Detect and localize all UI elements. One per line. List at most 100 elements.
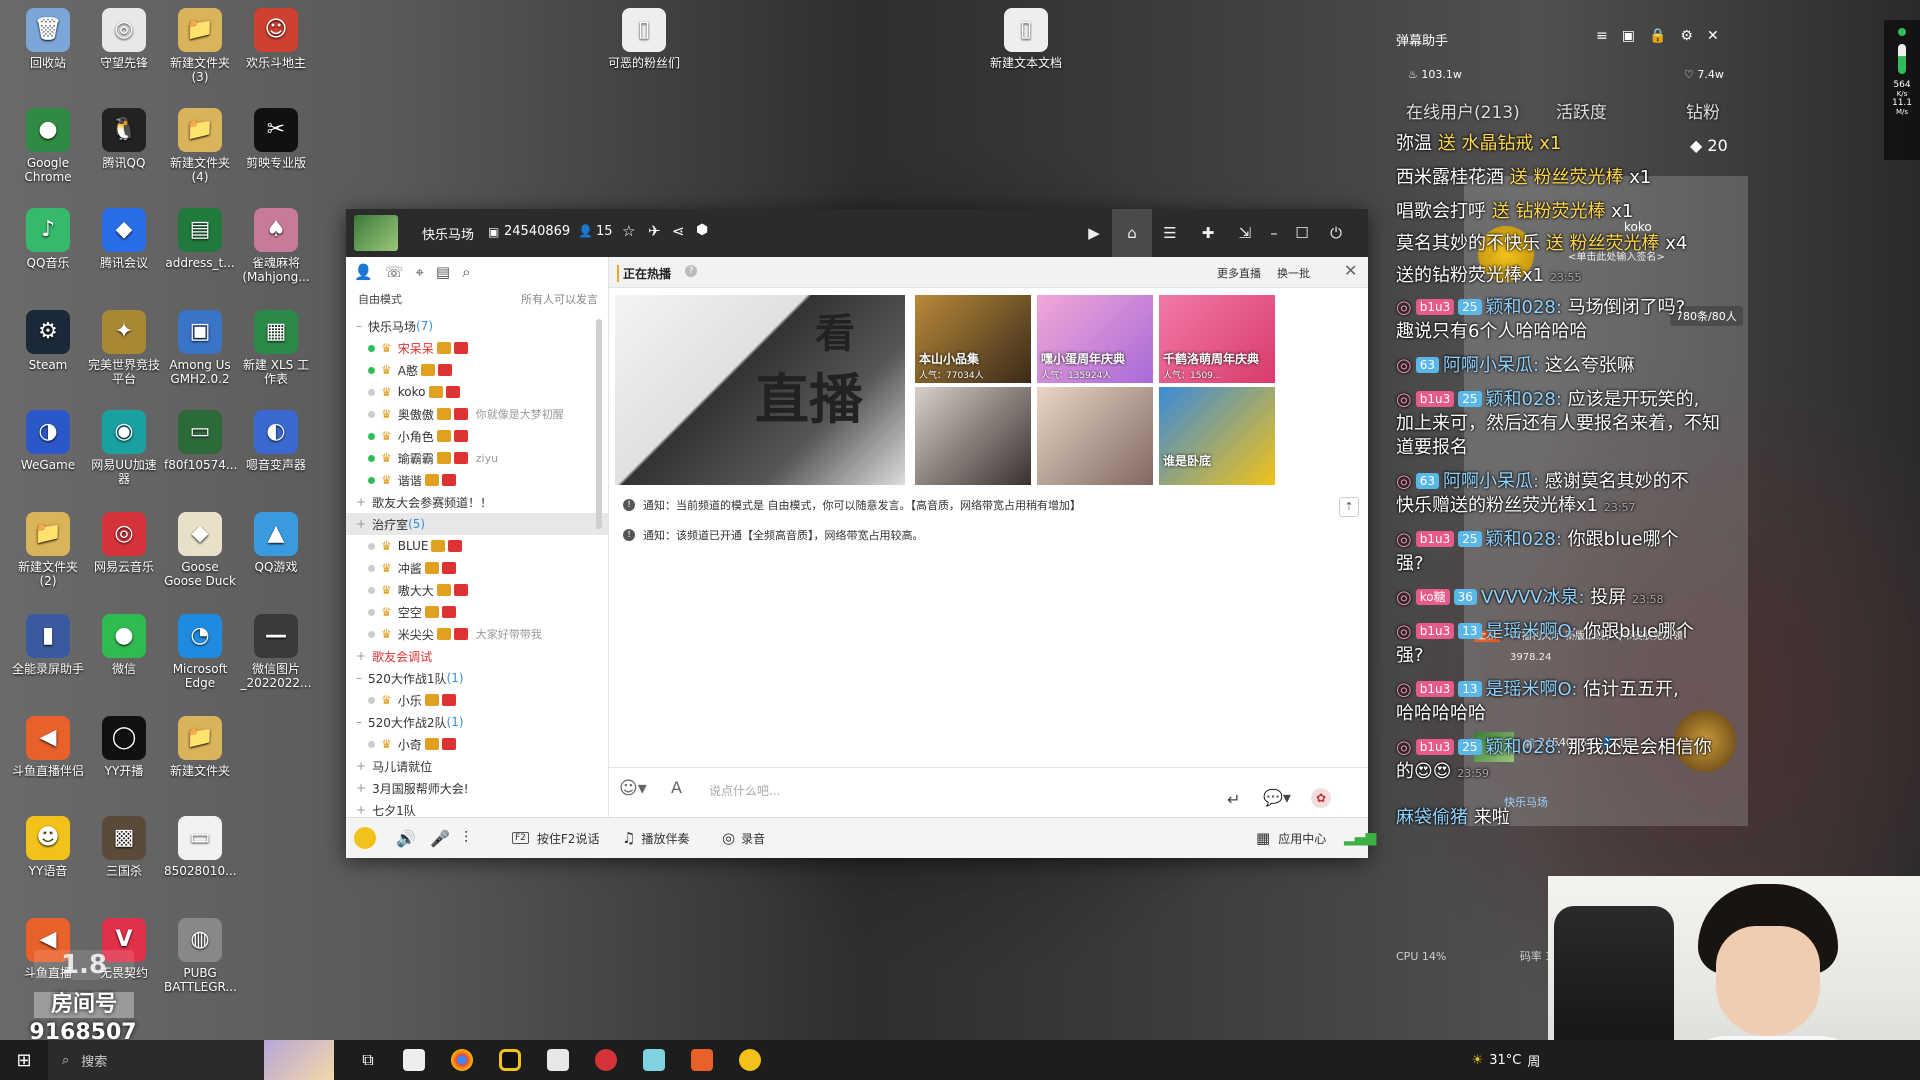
taskbar-app-douyu[interactable] <box>678 1040 726 1080</box>
start-button[interactable]: ⊞ <box>0 1040 48 1080</box>
sidebar-scrollbar[interactable] <box>596 319 602 529</box>
tree-user[interactable]: ♛ 空空 <box>346 601 608 623</box>
desktop-icon[interactable]: ▲ QQ游戏 <box>240 512 312 574</box>
expand-icon[interactable]: + <box>356 781 366 795</box>
tree-channel[interactable]: – 快乐马场 (7) <box>346 315 608 337</box>
desktop-icon[interactable]: ◯ YY开播 <box>88 716 160 778</box>
expand-icon[interactable]: + <box>356 517 366 531</box>
download-icon[interactable]: ⇲ <box>1230 209 1260 257</box>
chat-icon[interactable]: ☏ <box>385 263 404 281</box>
taskbar-app-folder[interactable] <box>630 1040 678 1080</box>
live-thumbnail[interactable]: 嘿小蛋周年庆典 人气：135924人 <box>1037 295 1153 383</box>
flower-icon[interactable]: ✿ <box>1311 788 1331 808</box>
yy-logo-icon[interactable] <box>354 818 382 858</box>
taskbar-app-chrome[interactable] <box>438 1040 486 1080</box>
desktop-icon[interactable]: ◎ 网易云音乐 <box>88 512 160 574</box>
tree-user[interactable]: ♛ 嗷大大 <box>346 579 608 601</box>
live-thumbnail[interactable] <box>915 387 1031 485</box>
taskbar-app-doc[interactable] <box>534 1040 582 1080</box>
desktop-icon[interactable]: ▣ Among Us GMH2.0.2 <box>164 310 236 386</box>
desktop-icon[interactable]: ◐ 嗯音变声器 <box>240 410 312 472</box>
tree-user[interactable]: ♛ 小奇 <box>346 733 608 755</box>
plane-icon[interactable]: ✈ <box>648 222 661 240</box>
desktop-icon[interactable]: ▩ 三国杀 <box>88 816 160 878</box>
tree-channel[interactable]: –520大作战1队 (1) <box>346 667 608 689</box>
desktop-icon[interactable]: ▤ address_t... <box>164 208 236 270</box>
tree-user[interactable]: ♛ BLUE <box>346 535 608 557</box>
tree-user[interactable]: ♛ 谐谐 <box>346 469 608 491</box>
tree-user[interactable]: ♛ 小乐 <box>346 689 608 711</box>
weather-widget[interactable]: ☀ 31°C 周 <box>1466 1040 1546 1080</box>
tree-channel[interactable]: + 马儿请就位 <box>346 755 608 777</box>
expand-icon[interactable]: + <box>356 495 366 509</box>
speaker-icon[interactable]: 🔊 <box>396 818 416 858</box>
desktop-icon[interactable]: 🐧 腾讯QQ <box>88 108 160 170</box>
desktop-icon[interactable]: ▦ 新建 XLS 工 作表 <box>240 310 312 386</box>
favorite-icon[interactable]: ☆ <box>622 222 635 240</box>
taskbar-app-netease-music[interactable] <box>582 1040 630 1080</box>
desktop-icon[interactable]: ◆ Goose Goose Duck <box>164 512 236 588</box>
filter-icon[interactable]: ≡ <box>1596 28 1608 44</box>
desktop-icon[interactable]: ♠ 雀魂麻将 (Mahjong... <box>240 208 312 284</box>
copy-icon[interactable]: ▣ <box>1622 28 1635 44</box>
desktop-icon[interactable]: 📁 新建文件夹 (4) <box>164 108 236 184</box>
user-icon[interactable]: 👤 <box>354 263 373 281</box>
f2-talk-button[interactable]: F2 按住F2说话 <box>512 818 599 858</box>
taskbar-app-yy[interactable] <box>726 1040 774 1080</box>
desktop-icon[interactable]: ◔ Microsoft Edge <box>164 614 236 690</box>
desktop-icon[interactable]: ▯ 可恶的粉丝们 <box>608 8 680 70</box>
message-input[interactable]: 说点什么吧... <box>709 782 780 799</box>
desktop-icon[interactable]: ☺ 欢乐斗地主 <box>240 8 312 70</box>
channel-avatar[interactable] <box>354 215 398 251</box>
board-icon[interactable]: ▤ <box>436 263 450 281</box>
music-button[interactable]: ♫ 播放伴奏 <box>622 818 689 858</box>
desktop-icon[interactable]: ▭ 85028010... <box>164 816 237 878</box>
location-icon[interactable]: ⌖ <box>415 263 423 281</box>
record-button[interactable]: ◎ 录音 <box>722 818 765 858</box>
mic-icon[interactable]: 🎤 <box>430 818 450 858</box>
app-center-button[interactable]: ▦ 应用中心 <box>1256 818 1326 858</box>
help-icon[interactable]: ? <box>685 265 697 277</box>
tree-channel[interactable]: + 歌友会调试 <box>346 645 608 667</box>
desktop-icon[interactable]: ✂ 剪映专业版 <box>240 108 312 170</box>
live-thumbnail[interactable]: 千鹤洛萌周年庆典 人气：1509... <box>1159 295 1275 383</box>
tab-online-users[interactable]: 在线用户(213) <box>1406 98 1556 123</box>
tree-user[interactable]: ♛ koko <box>346 381 608 403</box>
font-icon[interactable]: A <box>671 778 682 797</box>
share-icon[interactable]: ⋖ <box>672 222 685 240</box>
desktop-icon[interactable]: ⚙ Steam <box>12 310 84 372</box>
close-icon[interactable]: ✕ <box>1707 28 1719 44</box>
tree-user[interactable]: ♛ 宋呆呆 <box>346 337 608 359</box>
desktop-icon[interactable]: ◍ PUBG BATTLEGR... <box>164 918 237 994</box>
tree-user[interactable]: ♛ 瑜霸霸 ziyu <box>346 447 608 469</box>
bubble-icon[interactable]: 💬▾ <box>1263 788 1291 807</box>
minimize-icon[interactable]: – <box>1260 209 1288 257</box>
gamepad-icon[interactable]: ✚ <box>1188 209 1228 257</box>
tree-user[interactable]: ♛ 米尖尖 大家好带带我 <box>346 623 608 645</box>
live-thumbnail[interactable] <box>1037 387 1153 485</box>
tree-channel[interactable]: + 治疗室 (5) <box>346 513 608 535</box>
desktop-icon[interactable]: ▭ f80f10574... <box>164 410 237 472</box>
hero-thumbnail[interactable]: 直播 看 <box>615 295 905 485</box>
tree-channel[interactable]: +3月国服帮师大会! <box>346 777 608 799</box>
desktop-icon[interactable]: ◆ 腾讯会议 <box>88 208 160 270</box>
desktop-icon[interactable]: 📁 新建文件夹 (3) <box>164 8 236 84</box>
send-icon[interactable]: ↵ <box>1227 790 1240 809</box>
live-thumbnail[interactable]: 谁是卧底 <box>1159 387 1275 485</box>
list-icon[interactable]: ☰ <box>1152 209 1188 257</box>
desktop-icon[interactable]: ◎ 守望先锋 <box>88 8 160 70</box>
desktop-icon[interactable]: ▮ 全能录屏助手 <box>12 614 84 676</box>
live-thumbnail[interactable]: 本山小品集 人气：77034人 <box>915 295 1031 383</box>
emoji-icon[interactable]: ☺▾ <box>619 778 647 799</box>
desktop-icon[interactable]: ◀ 斗鱼直播伴侣 <box>12 716 84 778</box>
tree-user[interactable]: ♛ 小角色 <box>346 425 608 447</box>
tab-diamond-fans[interactable]: 钻粉 <box>1686 98 1720 123</box>
refresh-link[interactable]: 换一批 <box>1277 265 1310 281</box>
tree-user[interactable]: ♛ 冲酱 <box>346 557 608 579</box>
maximize-icon[interactable]: ☐ <box>1288 209 1316 257</box>
video-icon[interactable]: ▶ <box>1076 209 1112 257</box>
expand-icon[interactable]: – <box>356 671 362 685</box>
expand-icon[interactable]: – <box>356 319 362 333</box>
desktop-icon[interactable]: ♪ QQ音乐 <box>12 208 84 270</box>
yy-titlebar[interactable]: 快乐马场 ▣ 24540869 👤 15 ☆ ✈ ⋖ ⬢ ▶ ⌂ ☰ ✚ ⇲ –… <box>346 209 1368 257</box>
